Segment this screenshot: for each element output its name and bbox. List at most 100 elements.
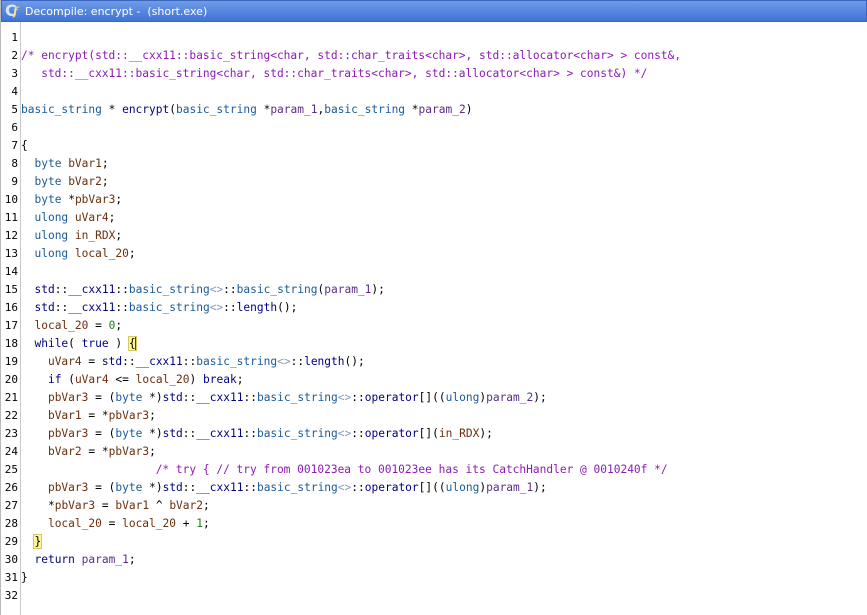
code-line[interactable]: std::__cxx11::basic_string<>::basic_stri… xyxy=(21,281,867,299)
code-line[interactable]: while( true ) { xyxy=(21,335,867,353)
code-line[interactable]: uVar4 = std::__cxx11::basic_string<>::le… xyxy=(21,353,867,371)
code-line-text[interactable]: byte bVar1; xyxy=(21,157,108,170)
code-line-text[interactable]: ulong in_RDX; xyxy=(21,229,122,242)
line-number: 23 xyxy=(4,427,18,440)
code-line-text[interactable]: } xyxy=(21,571,28,584)
line-number: 26 xyxy=(4,481,18,494)
code-line[interactable]: /* try { // try from 001023ea to 001023e… xyxy=(21,461,867,479)
window-title: Decompile: encrypt - (short.exe) xyxy=(25,4,208,18)
line-number: 24 xyxy=(4,445,18,458)
code-line[interactable]: byte bVar1; xyxy=(21,155,867,173)
line-number: 12 xyxy=(4,229,18,242)
code-line-text[interactable]: uVar4 = std::__cxx11::basic_string<>::le… xyxy=(21,355,365,368)
code-line-text[interactable]: pbVar3 = (byte *)std::__cxx11::basic_str… xyxy=(21,481,547,494)
line-number: 28 xyxy=(4,517,18,530)
code-line-text[interactable]: *pbVar3 = bVar1 ^ bVar2; xyxy=(21,499,210,512)
line-number: 21 xyxy=(4,391,18,404)
line-number: 2 xyxy=(11,49,18,62)
code-line[interactable]: ulong uVar4; xyxy=(21,209,867,227)
code-line-text[interactable]: local_20 = 0; xyxy=(21,319,122,332)
line-number: 25 xyxy=(4,463,18,476)
code-editor[interactable]: 1 2 3 4 5 6 7 8 9 10 11 12 13 14 15 16 17 18 19 20 21 22 23 24 2… xyxy=(1,22,867,615)
code-line[interactable] xyxy=(21,29,867,47)
code-line[interactable]: bVar1 = *pbVar3; xyxy=(21,407,867,425)
line-number: 15 xyxy=(4,283,18,296)
code-line-text[interactable]: ulong local_20; xyxy=(21,247,135,260)
code-line-text[interactable]: pbVar3 = (byte *)std::__cxx11::basic_str… xyxy=(21,391,547,404)
code-line-text[interactable]: while( true ) { xyxy=(21,336,137,351)
code-line-text[interactable]: { xyxy=(21,139,28,152)
code-area[interactable]: /* encrypt(std::__cxx11::basic_string<ch… xyxy=(21,22,867,615)
code-line[interactable]: /* encrypt(std::__cxx11::basic_string<ch… xyxy=(21,47,867,65)
code-line[interactable] xyxy=(21,263,867,281)
code-line[interactable]: if (uVar4 <= local_20) break; xyxy=(21,371,867,389)
line-number: 30 xyxy=(4,553,18,566)
line-number: 8 xyxy=(11,157,18,170)
decompile-window: Cf Decompile: encrypt - (short.exe) 1234… xyxy=(0,0,867,615)
code-line-text[interactable]: std::__cxx11::basic_string<char, std::ch… xyxy=(21,67,647,80)
code-line-text[interactable]: local_20 = local_20 + 1; xyxy=(21,517,210,530)
code-line-text[interactable]: /* try { // try from 001023ea to 001023e… xyxy=(21,463,668,476)
line-number: 29 xyxy=(4,535,18,548)
line-number: 1 xyxy=(11,31,18,44)
code-line-text[interactable]: /* encrypt(std::__cxx11::basic_string<ch… xyxy=(21,49,681,62)
code-line-text[interactable]: bVar2 = *pbVar3; xyxy=(21,445,156,458)
line-number: 14 xyxy=(4,265,18,278)
code-line[interactable]: bVar2 = *pbVar3; xyxy=(21,443,867,461)
line-number: 10 xyxy=(4,193,18,206)
text-cursor xyxy=(134,337,137,351)
code-line-text[interactable]: return param_1; xyxy=(21,553,135,566)
code-line[interactable]: pbVar3 = (byte *)std::__cxx11::basic_str… xyxy=(21,425,867,443)
code-line-text[interactable]: if (uVar4 <= local_20) break; xyxy=(21,373,244,386)
code-line-text[interactable]: bVar1 = *pbVar3; xyxy=(21,409,156,422)
code-line-text[interactable]: ulong uVar4; xyxy=(21,211,115,224)
code-line[interactable] xyxy=(21,83,867,101)
code-line[interactable]: } xyxy=(21,533,867,551)
code-line-text[interactable]: std::__cxx11::basic_string<>::length(); xyxy=(21,301,297,314)
code-line[interactable]: basic_string * encrypt(basic_string *par… xyxy=(21,101,867,119)
code-line[interactable]: pbVar3 = (byte *)std::__cxx11::basic_str… xyxy=(21,479,867,497)
line-number: 32 xyxy=(4,589,18,602)
line-number: 18 xyxy=(4,337,18,350)
code-line[interactable]: { xyxy=(21,137,867,155)
code-line-text[interactable]: pbVar3 = (byte *)std::__cxx11::basic_str… xyxy=(21,427,493,440)
code-line-text[interactable]: basic_string * encrypt(basic_string *par… xyxy=(21,103,472,116)
line-number: 19 xyxy=(4,355,18,368)
code-line-text[interactable]: } xyxy=(21,534,43,549)
line-number: 6 xyxy=(11,121,18,134)
code-line-text[interactable]: std::__cxx11::basic_string<>::basic_stri… xyxy=(21,283,384,296)
code-line[interactable]: std::__cxx11::basic_string<char, std::ch… xyxy=(21,65,867,83)
code-line[interactable]: return param_1; xyxy=(21,551,867,569)
code-line[interactable]: *pbVar3 = bVar1 ^ bVar2; xyxy=(21,497,867,515)
code-line[interactable]: local_20 = 0; xyxy=(21,317,867,335)
code-line[interactable]: byte *pbVar3; xyxy=(21,191,867,209)
code-line-text[interactable]: byte bVar2; xyxy=(21,175,108,188)
code-line-text[interactable]: byte *pbVar3; xyxy=(21,193,122,206)
line-number: 16 xyxy=(4,301,18,314)
decompiler-icon: Cf xyxy=(5,1,18,20)
line-number: 11 xyxy=(4,211,18,224)
code-line[interactable]: std::__cxx11::basic_string<>::length(); xyxy=(21,299,867,317)
line-number: 31 xyxy=(4,571,18,584)
line-number: 27 xyxy=(4,499,18,512)
code-line[interactable]: local_20 = local_20 + 1; xyxy=(21,515,867,533)
line-number: 17 xyxy=(4,319,18,332)
line-number: 7 xyxy=(11,139,18,152)
line-number: 22 xyxy=(4,409,18,422)
code-line[interactable]: ulong local_20; xyxy=(21,245,867,263)
code-line[interactable]: byte bVar2; xyxy=(21,173,867,191)
line-number: 3 xyxy=(11,67,18,80)
code-line[interactable]: ulong in_RDX; xyxy=(21,227,867,245)
line-number: 9 xyxy=(11,175,18,188)
code-line[interactable]: } xyxy=(21,569,867,587)
line-number: 4 xyxy=(11,85,18,98)
code-line[interactable]: pbVar3 = (byte *)std::__cxx11::basic_str… xyxy=(21,389,867,407)
line-number: 13 xyxy=(4,247,18,260)
line-number: 20 xyxy=(4,373,18,386)
line-number-gutter: 1 2 3 4 5 6 7 8 9 10 11 12 13 14 15 16 17 18 19 20 21 22 23 24 2… xyxy=(1,22,21,615)
code-line[interactable] xyxy=(21,119,867,137)
matched-brace: } xyxy=(33,534,43,549)
window-titlebar[interactable]: Cf Decompile: encrypt - (short.exe) xyxy=(1,0,867,22)
line-number: 5 xyxy=(11,103,18,116)
code-line[interactable] xyxy=(21,587,867,605)
